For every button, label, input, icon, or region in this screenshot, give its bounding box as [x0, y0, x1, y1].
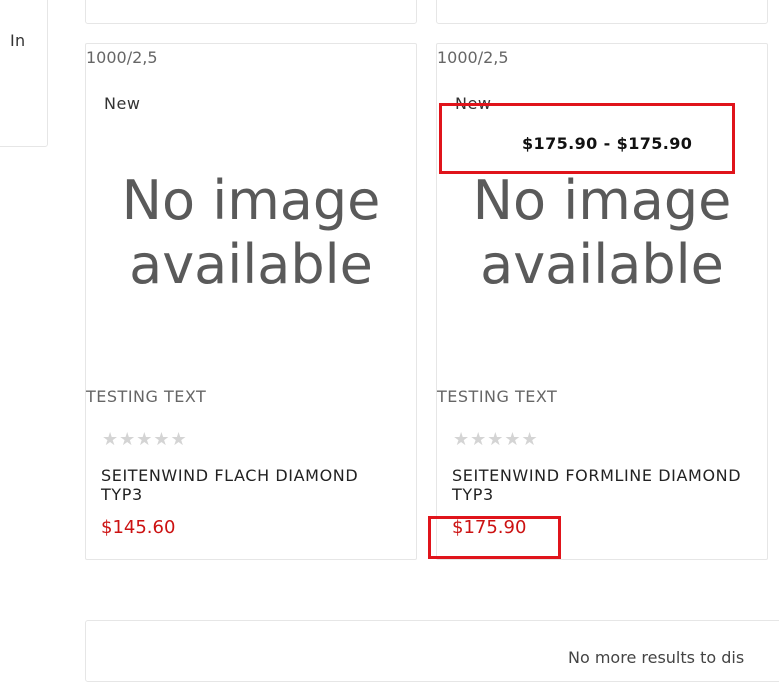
rating-stars-icon: ★★★★★ — [102, 429, 188, 450]
placeholder-line-1: No image — [121, 169, 381, 232]
no-more-results-text: No more results to dis — [568, 648, 745, 667]
highlight-price-box — [428, 516, 561, 559]
product-sku: 1000/2,5 — [437, 48, 509, 67]
placeholder-line-2: available — [129, 233, 373, 296]
product-image-placeholder[interactable]: No image available — [86, 169, 416, 297]
placeholder-line-1: No image — [472, 169, 732, 232]
product-note: TESTING TEXT — [86, 387, 207, 406]
rating-stars-icon: ★★★★★ — [453, 429, 539, 450]
product-name-link[interactable]: SEITENWIND FLACH DIAMOND TYP3 — [101, 466, 401, 504]
highlight-price-range-box — [439, 103, 735, 174]
new-badge: New — [104, 94, 141, 113]
sidebar-partial-label[interactable]: In — [10, 31, 25, 50]
product-card-top-right — [436, 0, 768, 24]
product-sku: 1000/2,5 — [86, 48, 158, 67]
product-card[interactable]: 1000/2,5 New No image available TESTING … — [85, 43, 417, 560]
sidebar-panel — [0, 0, 48, 147]
product-price: $145.60 — [101, 517, 176, 538]
product-image-placeholder[interactable]: No image available — [437, 169, 767, 297]
placeholder-line-2: available — [480, 233, 724, 296]
product-card-top-left — [85, 0, 417, 24]
product-name-link[interactable]: SEITENWIND FORMLINE DIAMOND TYP3 — [452, 466, 752, 504]
product-note: TESTING TEXT — [437, 387, 558, 406]
